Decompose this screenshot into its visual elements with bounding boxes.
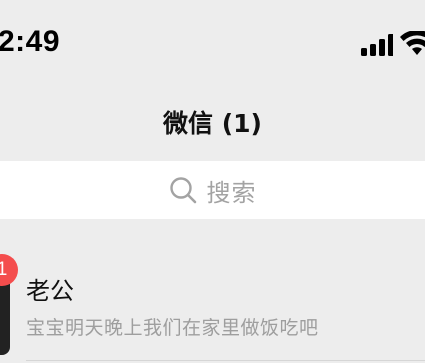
- search-bar[interactable]: 搜索: [0, 161, 425, 219]
- chat-preview: 宝宝明天晚上我们在家里做饭吃吧: [26, 317, 319, 339]
- wechat-screen: 2:49 微信 (1) 搜索 1 老公 宝宝明天晚上我们在家里做饭吃吧: [0, 0, 425, 363]
- wifi-icon: [400, 31, 425, 55]
- search-placeholder: 搜索: [206, 178, 257, 207]
- search-icon: [169, 177, 196, 204]
- divider: [26, 360, 425, 361]
- chat-name: 老公: [26, 277, 74, 305]
- cellular-signal-icon: [361, 34, 393, 56]
- page-title: 微信 (1): [163, 109, 262, 138]
- status-bar: 2:49: [0, 0, 425, 86]
- status-time: 2:49: [0, 25, 61, 58]
- unread-badge: 1: [0, 254, 18, 286]
